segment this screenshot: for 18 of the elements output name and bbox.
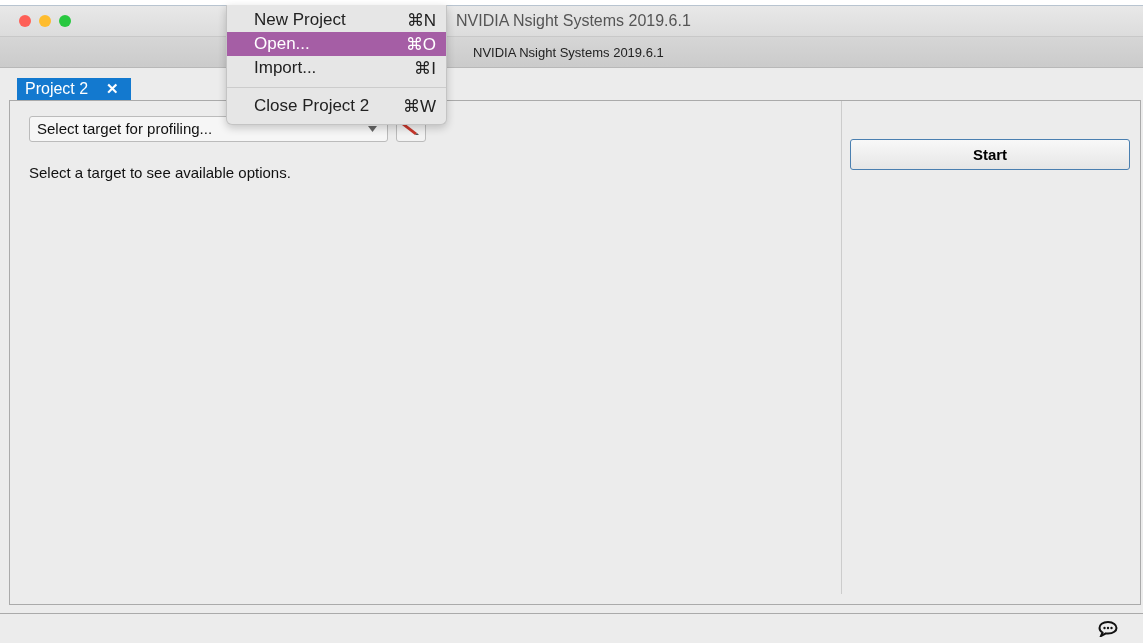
shortcut-label: ⌘O: [405, 33, 436, 55]
shortcut-label: ⌘I: [414, 57, 436, 79]
close-window-icon[interactable]: [19, 15, 31, 27]
zoom-window-icon[interactable]: [59, 15, 71, 27]
app-title: NVIDIA Nsight Systems 2019.6.1: [473, 44, 664, 60]
info-message: Select a target to see available options.: [29, 164, 292, 181]
shortcut-label: ⌘W: [402, 95, 436, 117]
minimize-window-icon[interactable]: [39, 15, 51, 27]
shortcut-label: ⌘N: [406, 9, 436, 31]
menu-item[interactable]: Open... ⌘O: [227, 32, 446, 56]
menu-item[interactable]: Import... ⌘I: [227, 56, 446, 80]
menu-item[interactable]: Close Project 2 ⌘W: [227, 94, 446, 118]
window-title: NVIDIA Nsight Systems 2019.6.1: [456, 12, 691, 30]
project-tab[interactable]: Project 2 ✕: [17, 78, 132, 100]
close-tab-button[interactable]: ✕: [106, 80, 120, 98]
start-button[interactable]: Start: [850, 139, 1130, 170]
menu-item[interactable]: New Project ⌘N: [227, 8, 446, 32]
chat-bubble-icon[interactable]: [1098, 621, 1118, 637]
